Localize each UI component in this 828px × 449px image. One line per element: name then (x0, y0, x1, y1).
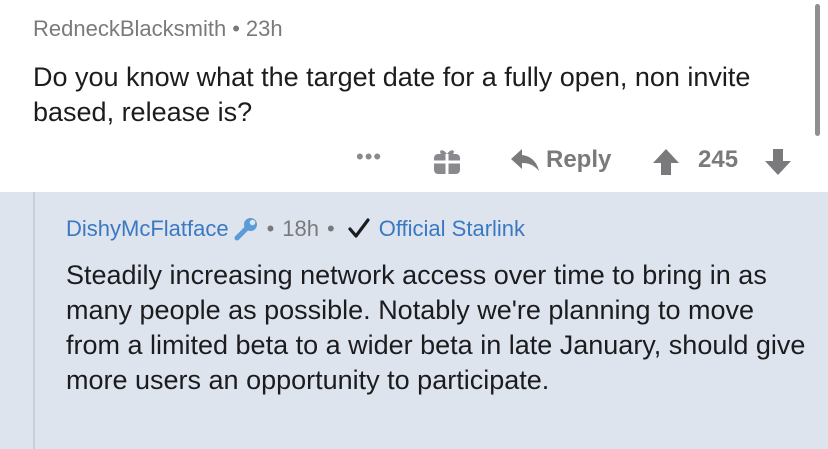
comment-age: 23h (245, 16, 283, 41)
vote-score: 245 (698, 146, 739, 173)
more-options-button[interactable]: ••• (356, 144, 382, 170)
scrollbar[interactable] (815, 4, 820, 136)
comment-actions: ••• Reply 245 (0, 140, 828, 180)
wrench-icon (234, 218, 257, 241)
reply-arrow-icon (511, 149, 539, 171)
comment-thread: RedneckBlacksmith • 23h Do you know what t… (0, 0, 828, 449)
meta-separator: • (232, 16, 240, 41)
comment-body: Do you know what the target date for a f… (33, 62, 751, 127)
parent-comment: RedneckBlacksmith • 23h Do you know what t… (0, 0, 828, 192)
reply-author-username[interactable]: DishyMcFlatface (66, 216, 229, 242)
reply-body: Steadily increasing network access over … (66, 260, 806, 395)
reply-age: 18h (282, 216, 320, 241)
author-username[interactable]: RedneckBlacksmith (33, 16, 226, 41)
user-flair: Official Starlink (378, 216, 526, 241)
upvote-icon[interactable] (652, 148, 680, 176)
downvote-icon[interactable] (764, 148, 792, 176)
meta-separator: • (266, 216, 275, 241)
comment-meta: RedneckBlacksmith • 23h (33, 16, 283, 42)
meta-separator: • (327, 216, 335, 241)
checkmark-icon (348, 218, 370, 238)
gift-icon[interactable] (431, 145, 463, 177)
reply-button[interactable]: Reply (510, 144, 611, 176)
thread-line[interactable] (33, 192, 35, 449)
reply-meta: DishyMcFlatface • 18h • Official Starlin… (66, 214, 525, 244)
reply-label: Reply (546, 146, 612, 173)
